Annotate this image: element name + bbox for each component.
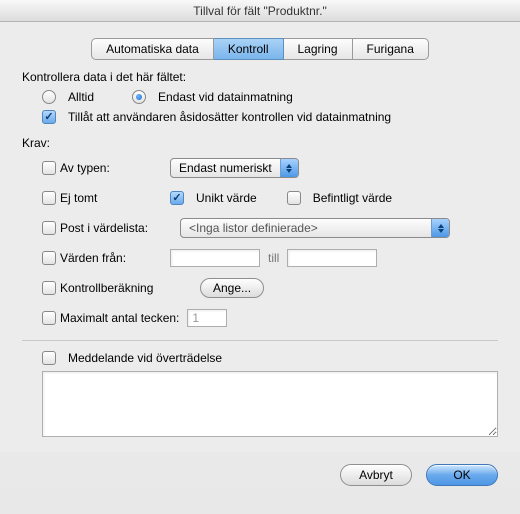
checkbox-range[interactable] <box>42 251 56 265</box>
existing-label: Befintligt värde <box>313 191 392 205</box>
radio-always-label: Alltid <box>68 90 94 104</box>
select-value-list-value: <Inga listor definierade> <box>181 221 326 235</box>
allow-override-label: Tillåt att användaren åsidosätter kontro… <box>68 110 391 124</box>
updown-arrows-icon <box>280 159 298 177</box>
divider <box>22 340 498 341</box>
textarea-violation-message[interactable] <box>42 371 498 437</box>
unique-label: Unikt värde <box>196 191 257 205</box>
checkbox-violation-message[interactable] <box>42 351 56 365</box>
updown-arrows-icon <box>431 219 449 237</box>
window-title: Tillval för fält "Produktnr." <box>0 0 520 22</box>
checkbox-not-empty[interactable] <box>42 191 56 205</box>
checkbox-max-chars[interactable] <box>42 311 56 325</box>
requirements-heading: Krav: <box>22 136 498 150</box>
of-type-label: Av typen: <box>60 161 110 175</box>
radio-always[interactable] <box>42 90 56 104</box>
max-chars-label: Maximalt antal tecken: <box>60 311 179 325</box>
checkbox-unique[interactable] <box>170 191 184 205</box>
tab-furigana[interactable]: Furigana <box>353 38 429 60</box>
validate-heading: Kontrollera data i det här fältet: <box>22 70 498 84</box>
tab-validation[interactable]: Kontroll <box>214 38 284 60</box>
tab-automatic-data[interactable]: Automatiska data <box>91 38 214 60</box>
cancel-button[interactable]: Avbryt <box>340 464 412 486</box>
range-to-label: till <box>268 251 279 265</box>
range-label: Värden från: <box>60 251 126 265</box>
radio-only-on-entry[interactable] <box>132 90 146 104</box>
calc-label: Kontrollberäkning <box>60 281 153 295</box>
checkbox-calc[interactable] <box>42 281 56 295</box>
checkbox-existing[interactable] <box>287 191 301 205</box>
not-empty-label: Ej tomt <box>60 191 97 205</box>
radio-only-on-entry-label: Endast vid datainmatning <box>158 90 293 104</box>
calc-specify-button[interactable]: Ange... <box>200 278 264 298</box>
ok-button[interactable]: OK <box>426 464 498 486</box>
tab-bar: Automatiska data Kontroll Lagring Furiga… <box>22 38 498 60</box>
select-value-list[interactable]: <Inga listor definierade> <box>180 218 450 238</box>
checkbox-allow-override[interactable] <box>42 110 56 124</box>
checkbox-of-type[interactable] <box>42 161 56 175</box>
value-list-label: Post i värdelista: <box>60 221 148 235</box>
input-max-chars[interactable] <box>187 309 227 327</box>
select-of-type[interactable]: Endast numeriskt <box>170 158 299 178</box>
violation-message-label: Meddelande vid överträdelse <box>68 351 222 365</box>
select-of-type-value: Endast numeriskt <box>171 161 280 175</box>
input-range-to[interactable] <box>287 249 377 267</box>
checkbox-value-list[interactable] <box>42 221 56 235</box>
input-range-from[interactable] <box>170 249 260 267</box>
tab-storage[interactable]: Lagring <box>284 38 353 60</box>
